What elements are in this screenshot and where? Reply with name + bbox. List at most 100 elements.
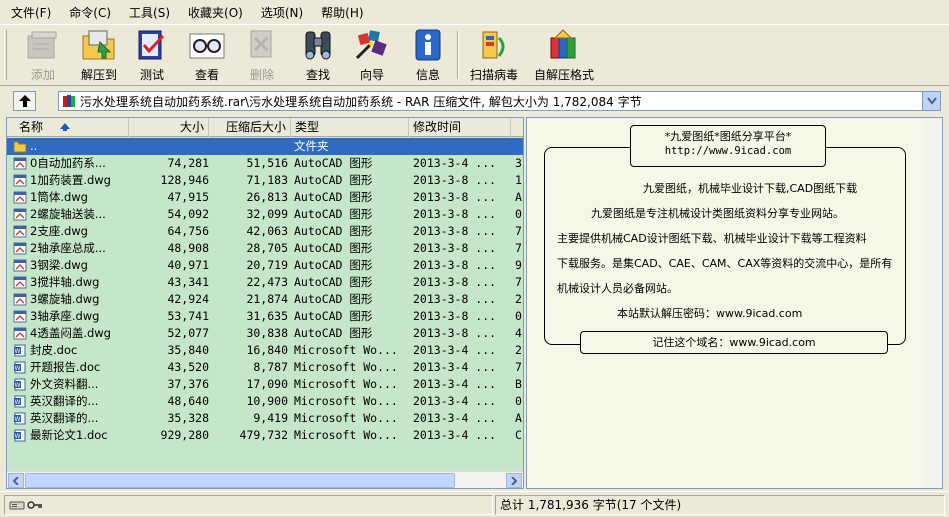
dwg-file-icon xyxy=(13,191,27,204)
file-row[interactable]: 4透盖闷盖.dwg 52,077 30,838 AutoCAD 图形 2013-3-8 … xyxy=(7,325,523,342)
file-extra-column: A xyxy=(515,411,522,425)
file-type: AutoCAD 图形 xyxy=(294,224,373,238)
file-row[interactable]: 0自动加药系... 74,281 51,516 AutoCAD 图形 2013-3-4 … xyxy=(7,155,523,172)
horizontal-scrollbar[interactable] xyxy=(7,471,523,488)
file-size: 42,924 xyxy=(167,292,209,306)
file-row[interactable]: W 英汉翻译的... 48,640 10,900 Microsoft Wo... 2013… xyxy=(7,393,523,410)
info-button[interactable]: 信息 xyxy=(408,28,448,84)
file-size: 53,741 xyxy=(167,309,209,323)
toolbar-grip[interactable] xyxy=(4,30,7,80)
menu-file[interactable]: 文件(F) xyxy=(4,2,58,23)
file-row[interactable]: W 开题报告.doc 43,520 8,787 Microsoft Wo... 2013-… xyxy=(7,359,523,376)
file-row[interactable]: 2支座.dwg 64,756 42,063 AutoCAD 图形 2013-3-8 ..… xyxy=(7,223,523,240)
sort-ascending-icon xyxy=(59,123,70,131)
find-button[interactable]: 查找 xyxy=(296,28,340,84)
file-row[interactable]: 3螺旋轴.dwg 42,924 21,874 AutoCAD 图形 2013-3-8 .… xyxy=(7,291,523,308)
file-name: 4透盖闷盖.dwg xyxy=(30,326,111,340)
toolbar: 添加 解压到 测试 查看 删除 查找 向导 信息 扫描病毒 自解压格式 xyxy=(0,25,949,86)
file-row[interactable]: 3搅拌轴.dwg 43,341 22,473 AutoCAD 图形 2013-3-8 .… xyxy=(7,274,523,291)
file-row[interactable]: 2螺旋轴送装... 54,092 32,099 AutoCAD 图形 2013-3-8 … xyxy=(7,206,523,223)
add-button[interactable]: 添加 xyxy=(21,28,65,84)
file-row[interactable]: W 封皮.doc 35,840 16,840 Microsoft Wo... 2013-3… xyxy=(7,342,523,359)
comment-vertical-scrollbar[interactable] xyxy=(925,118,942,488)
column-header-packed[interactable]: 压缩后大小 xyxy=(209,118,291,137)
file-size: 37,376 xyxy=(167,377,209,391)
menu-command[interactable]: 命令(C) xyxy=(62,2,118,23)
file-name-cell: W 外文资料翻... xyxy=(13,376,131,393)
virus-scan-icon xyxy=(475,28,513,62)
file-name-cell: 3螺旋轴.dwg xyxy=(13,291,131,308)
file-size: 48,640 xyxy=(167,394,209,408)
file-row[interactable]: 3钢梁.dwg 40,971 20,719 AutoCAD 图形 2013-3-8 ..… xyxy=(7,257,523,274)
view-button[interactable]: 查看 xyxy=(186,28,228,84)
address-field[interactable]: 污水处理系统自动加药系统.rar\污水处理系统自动加药系统 - RAR 压缩文件… xyxy=(58,91,941,111)
file-row[interactable]: W 最新论文1.doc 929,280 479,732 Microsoft Wo... 2… xyxy=(7,427,523,444)
virus-scan-button[interactable]: 扫描病毒 xyxy=(466,28,522,84)
dwg-file-icon xyxy=(13,174,27,187)
file-packed-size: 71,183 xyxy=(246,173,288,187)
scroll-right-button[interactable] xyxy=(506,473,522,488)
test-label: 测试 xyxy=(139,68,164,82)
delete-button[interactable]: 删除 xyxy=(242,28,282,84)
file-packed-size: 10,900 xyxy=(246,394,288,408)
sfx-button[interactable]: 自解压格式 xyxy=(530,28,598,84)
comment-line-1: 九爱图纸，机械毕业设计下载,CAD图纸下载 xyxy=(643,182,858,195)
menu-favorites[interactable]: 收藏夹(O) xyxy=(181,2,250,23)
file-modified: 2013-3-8 ... xyxy=(413,258,497,272)
scroll-left-button[interactable] xyxy=(8,473,24,488)
test-button[interactable]: 测试 xyxy=(132,28,172,84)
status-bar: 总计 1,781,936 字节(17 个文件) xyxy=(0,491,949,517)
file-type: AutoCAD 图形 xyxy=(294,309,373,323)
menu-help[interactable]: 帮助(H) xyxy=(314,2,370,23)
column-header-extra[interactable] xyxy=(511,118,523,137)
file-size: 64,756 xyxy=(167,224,209,238)
file-packed-size: 32,099 xyxy=(246,207,288,221)
status-left-panel xyxy=(4,495,493,515)
delete-icon xyxy=(243,28,281,62)
file-modified: 2013-3-8 ... xyxy=(413,190,497,204)
file-size: 929,280 xyxy=(160,428,209,442)
comment-line-4: 下载服务。是集CAD、CAE、CAM、CAX等资料的交流中心，是所有 xyxy=(557,257,893,270)
toolbar-separator xyxy=(457,31,459,79)
up-arrow-icon xyxy=(18,95,31,107)
file-size: 43,520 xyxy=(167,360,209,374)
menu-tools[interactable]: 工具(S) xyxy=(122,2,177,23)
file-row[interactable]: W 英汉翻译的... 35,328 9,419 Microsoft Wo... 2013-… xyxy=(7,410,523,427)
address-dropdown-button[interactable] xyxy=(922,92,940,110)
file-type: AutoCAD 图形 xyxy=(294,292,373,306)
file-type: AutoCAD 图形 xyxy=(294,258,373,272)
dwg-file-icon xyxy=(13,208,27,221)
extract-to-button[interactable]: 解压到 xyxy=(76,28,122,84)
word-document-icon: W xyxy=(14,344,26,357)
wizard-button[interactable]: 向导 xyxy=(350,28,394,84)
file-extra-column: 1 xyxy=(515,173,522,187)
file-name: 3搅拌轴.dwg xyxy=(30,275,100,289)
file-packed-size: 9,419 xyxy=(253,411,288,425)
file-type: AutoCAD 图形 xyxy=(294,173,373,187)
column-header-size[interactable]: 大小 xyxy=(129,118,209,137)
file-name: 3螺旋轴.dwg xyxy=(30,292,100,306)
column-header-modified[interactable]: 修改时间 xyxy=(409,118,511,137)
menu-options[interactable]: 选项(N) xyxy=(254,2,310,23)
file-modified: 2013-3-8 ... xyxy=(413,173,497,187)
parent-folder-row[interactable]: .. 文件夹 xyxy=(7,138,523,155)
word-document-icon: W xyxy=(14,395,26,408)
file-type: AutoCAD 图形 xyxy=(294,190,373,204)
file-row[interactable]: W 外文资料翻... 37,376 17,090 Microsoft Wo... 2013… xyxy=(7,376,523,393)
file-row[interactable]: 1筒体.dwg 47,915 26,813 AutoCAD 图形 2013-3-8 ..… xyxy=(7,189,523,206)
file-size: 35,840 xyxy=(167,343,209,357)
column-header-type[interactable]: 类型 xyxy=(291,118,409,137)
file-name: 最新论文1.doc xyxy=(30,428,108,442)
column-header-name[interactable]: 名称 xyxy=(7,118,129,137)
up-folder-button[interactable] xyxy=(13,91,36,111)
file-row[interactable]: 2轴承座总成... 48,908 28,705 AutoCAD 图形 2013-3-8 … xyxy=(7,240,523,257)
wizard-icon xyxy=(353,28,391,62)
file-row[interactable]: 1加药装置.dwg 128,946 71,183 AutoCAD 图形 2013-3-8… xyxy=(7,172,523,189)
column-name-label: 名称 xyxy=(19,120,44,134)
file-packed-size: 30,838 xyxy=(246,326,288,340)
word-document-icon: W xyxy=(14,361,26,374)
key-icon xyxy=(27,501,42,509)
scroll-thumb[interactable] xyxy=(25,473,455,488)
file-extra-column: 2 xyxy=(515,292,522,306)
file-row[interactable]: 3轴承座.dwg 53,741 31,635 AutoCAD 图形 2013-3-8 .… xyxy=(7,308,523,325)
